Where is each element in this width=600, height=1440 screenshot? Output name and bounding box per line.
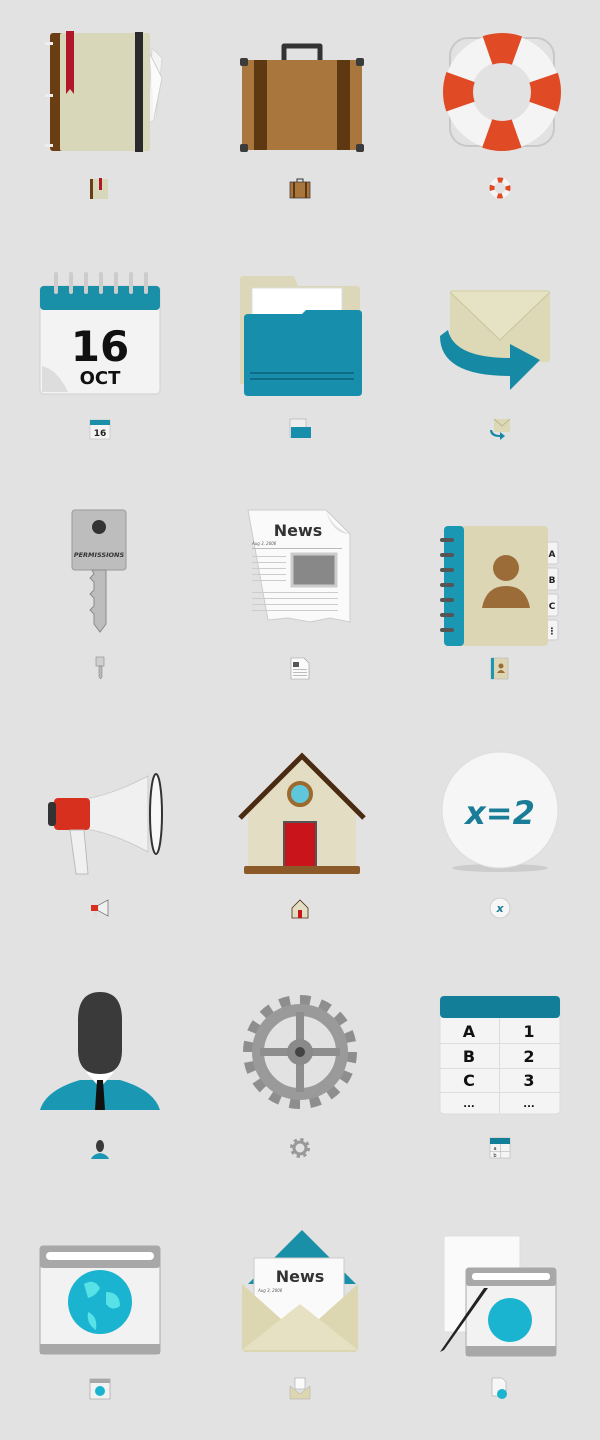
megaphone-icon[interactable] [40,748,164,875]
notebook-icon[interactable] [40,28,164,152]
folder-open-icon[interactable] [240,268,364,396]
newspaper-title: News [274,521,323,540]
address-tab-more: ⋮ [548,627,557,637]
web-browser-small-icon[interactable] [88,1376,112,1400]
web-edit-icon[interactable] [440,1228,564,1357]
address-tab-b: B [549,576,556,586]
table-icon[interactable]: A B C ... 1 2 3 ... [439,988,564,1115]
key-cell[interactable]: PERMISSIONS [0,480,200,720]
address-book-icon[interactable]: A B C ⋮ [440,508,564,646]
formula-text: x=2 [463,794,535,832]
megaphone-small-icon[interactable] [88,896,112,920]
calendar-small-icon[interactable]: 16 [88,416,112,440]
newsletter-small-icon[interactable] [288,1376,312,1400]
web-edit-small-icon[interactable] [488,1376,512,1400]
formula-cell[interactable]: x=2 x [400,720,600,960]
web-edit-cell[interactable] [400,1200,600,1440]
table-cell-b1: 1 [523,1022,534,1041]
newspaper-date: Aug 3, 2006 [251,541,277,546]
briefcase-small-icon[interactable] [288,176,312,200]
table-cell-a1: A [463,1022,476,1041]
home-icon[interactable] [238,748,366,874]
home-cell[interactable] [200,720,400,960]
calendar-day: 16 [71,322,129,371]
table-cell-a4: ... [463,1099,474,1110]
lifebuoy-cell[interactable] [400,0,600,240]
user-cell[interactable] [0,960,200,1200]
folder-cell[interactable] [200,240,400,480]
megaphone-cell[interactable] [0,720,200,960]
table-small-icon[interactable]: a b [488,1136,512,1160]
web-browser-icon[interactable] [39,1228,164,1355]
lifebuoy-icon[interactable] [440,28,564,152]
calendar-month: OCT [80,368,122,389]
table-cell-b3: 3 [523,1071,534,1090]
address-book-small-icon[interactable] [488,656,512,680]
briefcase-icon[interactable] [240,28,364,152]
folder-small-icon[interactable] [288,416,312,440]
key-small-icon[interactable] [88,656,112,680]
user-small-icon[interactable] [88,1136,112,1160]
formula-small-icon[interactable]: x [488,896,512,920]
table-small-a: a [493,1146,496,1152]
gear-small-icon[interactable] [288,1136,312,1160]
calendar-cell[interactable]: 16 OCT 16 [0,240,200,480]
user-icon[interactable] [40,988,164,1112]
mail-forward-small-icon[interactable] [488,416,512,440]
mail-forward-cell[interactable] [400,240,600,480]
table-cell-a2: B [463,1047,475,1066]
newspaper-small-icon[interactable] [288,656,312,680]
browser-cell[interactable] [0,1200,200,1440]
calendar-small-day: 16 [94,429,107,439]
newsletter-icon[interactable]: News Aug 3, 2006 [240,1228,364,1352]
newsletter-title: News [276,1267,325,1286]
lifebuoy-small-icon[interactable] [488,176,512,200]
formula-small-text: x [495,902,504,915]
calendar-icon[interactable]: 16 OCT [39,268,164,395]
formula-icon[interactable]: x=2 [440,748,564,872]
mail-forward-icon[interactable] [440,268,564,392]
table-cell-b4: ... [523,1099,534,1110]
briefcase-cell[interactable] [200,0,400,240]
table-cell-a3: C [463,1071,475,1090]
newsletter-date: Aug 3, 2006 [257,1288,283,1293]
newspaper-cell[interactable]: News Aug 3, 2006 [200,480,400,720]
table-small-b: b [493,1153,496,1159]
address-tab-a: A [549,550,556,560]
gear-cell[interactable] [200,960,400,1200]
table-cell-b2: 2 [523,1047,534,1066]
table-cell[interactable]: A B C ... 1 2 3 ... a b [400,960,600,1200]
gear-icon[interactable] [240,988,364,1112]
notebook-cell[interactable] [0,0,200,240]
notebook-small-icon[interactable] [88,176,112,200]
address-tab-c: C [549,602,556,612]
home-small-icon[interactable] [288,896,312,920]
address-book-cell[interactable]: A B C ⋮ [400,480,600,720]
newspaper-icon[interactable]: News Aug 3, 2006 [240,508,364,632]
key-tag-text: PERMISSIONS [74,551,125,559]
newsletter-cell[interactable]: News Aug 3, 2006 [200,1200,400,1440]
key-icon[interactable]: PERMISSIONS [40,508,164,633]
